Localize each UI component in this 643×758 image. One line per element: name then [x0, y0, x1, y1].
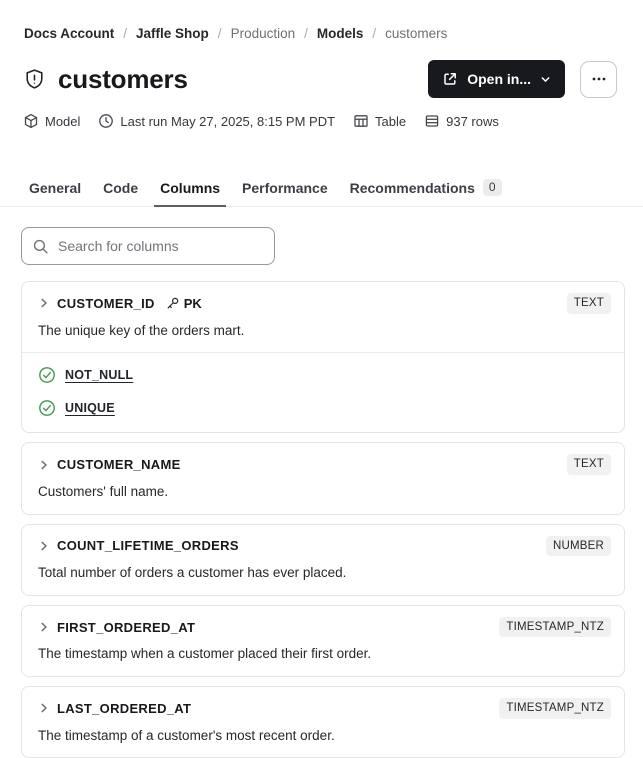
column-search[interactable] — [21, 227, 275, 266]
chevron-right-icon[interactable] — [38, 297, 50, 309]
column-description: Total number of orders a customer has ev… — [38, 565, 347, 581]
check-circle-icon — [38, 366, 56, 384]
columns-list: CUSTOMER_ID PK TEXT The unique key of th… — [0, 281, 643, 758]
column-description: Customers' full name. — [38, 483, 169, 499]
column-type-badge: NUMBER — [545, 535, 611, 557]
column-name: CUSTOMER_ID — [57, 295, 155, 311]
column-card-last-ordered-at: LAST_ORDERED_AT TIMESTAMP_NTZ The timest… — [21, 686, 625, 758]
chevron-right-icon[interactable] — [38, 459, 50, 471]
title-actions: Open in... — [428, 60, 617, 98]
cube-icon — [23, 113, 39, 129]
meta-materialization: Table — [353, 113, 406, 129]
column-card-count-lifetime-orders: COUNT_LIFETIME_ORDERS NUMBER Total numbe… — [21, 523, 625, 596]
breadcrumb-item-models[interactable]: Models — [317, 26, 364, 41]
tab-columns[interactable]: Columns — [154, 180, 227, 208]
column-header[interactable]: COUNT_LIFETIME_ORDERS NUMBER Total numbe… — [22, 525, 624, 595]
key-icon — [165, 296, 180, 311]
column-header[interactable]: CUSTOMER_ID PK TEXT The unique key of th… — [22, 282, 624, 352]
meta-resource-type-label: Model — [45, 113, 81, 129]
column-description: The timestamp when a customer placed the… — [38, 646, 372, 662]
breadcrumb-item-customers: customers — [385, 26, 448, 41]
open-in-button-label: Open in... — [467, 71, 531, 87]
check-circle-icon — [38, 399, 56, 417]
tab-bar: General Code Columns Performance Recomme… — [0, 179, 643, 208]
test-row-unique[interactable]: UNIQUE — [38, 399, 608, 417]
column-name: CUSTOMER_NAME — [57, 457, 181, 473]
breadcrumb-item-production[interactable]: Production — [231, 26, 296, 41]
table-icon — [353, 113, 369, 129]
pk-label: PK — [183, 295, 202, 311]
column-name: COUNT_LIFETIME_ORDERS — [57, 538, 239, 554]
meta-resource-type: Model — [23, 113, 80, 129]
search-icon — [32, 238, 49, 255]
page-title: customers — [58, 63, 188, 94]
breadcrumb: Docs Account / Jaffle Shop / Production … — [0, 0, 643, 41]
tab-code-label: Code — [103, 180, 139, 197]
meta-row-count: 937 rows — [424, 113, 499, 129]
test-link-unique[interactable]: UNIQUE — [65, 401, 115, 415]
chevron-right-icon[interactable] — [38, 621, 50, 633]
column-description: The timestamp of a customer's most recen… — [38, 727, 335, 743]
breadcrumb-separator: / — [217, 26, 222, 41]
column-type-badge: TIMESTAMP_NTZ — [499, 698, 611, 719]
tab-general[interactable]: General — [23, 180, 87, 207]
meta-last-run: Last run May 27, 2025, 8:15 PM PDT — [98, 113, 335, 129]
tab-general-label: General — [29, 180, 82, 197]
more-actions-button[interactable] — [580, 60, 617, 98]
meta-row-count-label: 937 rows — [446, 113, 499, 129]
external-link-icon — [442, 71, 458, 87]
test-link-not-null[interactable]: NOT_NULL — [65, 368, 133, 382]
model-details-page: Docs Account / Jaffle Shop / Production … — [0, 0, 643, 758]
meta-materialization-label: Table — [375, 113, 407, 129]
column-header[interactable]: CUSTOMER_NAME TEXT Customers' full name. — [22, 443, 624, 513]
meta-last-run-label: Last run May 27, 2025, 8:15 PM PDT — [120, 113, 336, 129]
column-type-badge: TIMESTAMP_NTZ — [499, 616, 611, 638]
breadcrumb-item-jaffle-shop[interactable]: Jaffle Shop — [136, 26, 209, 41]
tab-recommendations[interactable]: Recommendations 0 — [344, 179, 508, 207]
primary-key-indicator: PK — [165, 296, 202, 311]
column-type-badge: TEXT — [566, 293, 611, 314]
test-row-not-null[interactable]: NOT_NULL — [38, 366, 608, 384]
breadcrumb-item-docs-account[interactable]: Docs Account — [24, 26, 114, 41]
open-in-button[interactable]: Open in... — [428, 60, 565, 98]
breadcrumb-separator: / — [304, 26, 308, 41]
search-input[interactable] — [58, 238, 264, 255]
tab-performance-label: Performance — [242, 180, 328, 197]
breadcrumb-separator: / — [372, 26, 377, 41]
shield-alert-icon — [22, 67, 47, 92]
column-card-first-ordered-at: FIRST_ORDERED_AT TIMESTAMP_NTZ The times… — [21, 604, 625, 678]
tab-recommendations-label: Recommendations — [349, 179, 475, 196]
tab-performance[interactable]: Performance — [236, 180, 334, 207]
tab-code[interactable]: Code — [97, 180, 144, 207]
recommendations-count-badge: 0 — [482, 179, 502, 197]
column-card-customer-name: CUSTOMER_NAME TEXT Customers' full name. — [21, 442, 625, 515]
clock-icon — [98, 113, 114, 129]
chevron-right-icon[interactable] — [38, 540, 50, 552]
ellipsis-icon — [590, 70, 608, 88]
chevron-down-icon — [540, 74, 551, 85]
tab-columns-label: Columns — [160, 180, 221, 197]
breadcrumb-separator: / — [123, 26, 128, 41]
column-header[interactable]: LAST_ORDERED_AT TIMESTAMP_NTZ The timest… — [22, 687, 624, 757]
meta-row: Model Last run May 27, 2025, 8:15 PM PDT — [0, 113, 643, 129]
column-header[interactable]: FIRST_ORDERED_AT TIMESTAMP_NTZ The times… — [22, 606, 624, 676]
chevron-right-icon[interactable] — [38, 702, 50, 714]
database-rows-icon — [424, 113, 440, 129]
column-type-badge: TEXT — [566, 454, 611, 475]
title-row: customers Open in... — [0, 60, 643, 98]
column-description: The unique key of the orders mart. — [38, 322, 245, 338]
column-card-customer-id: CUSTOMER_ID PK TEXT The unique key of th… — [21, 281, 625, 434]
column-tests: NOT_NULL UNIQUE — [22, 352, 624, 432]
column-name: LAST_ORDERED_AT — [57, 700, 192, 716]
column-name: FIRST_ORDERED_AT — [57, 619, 196, 635]
